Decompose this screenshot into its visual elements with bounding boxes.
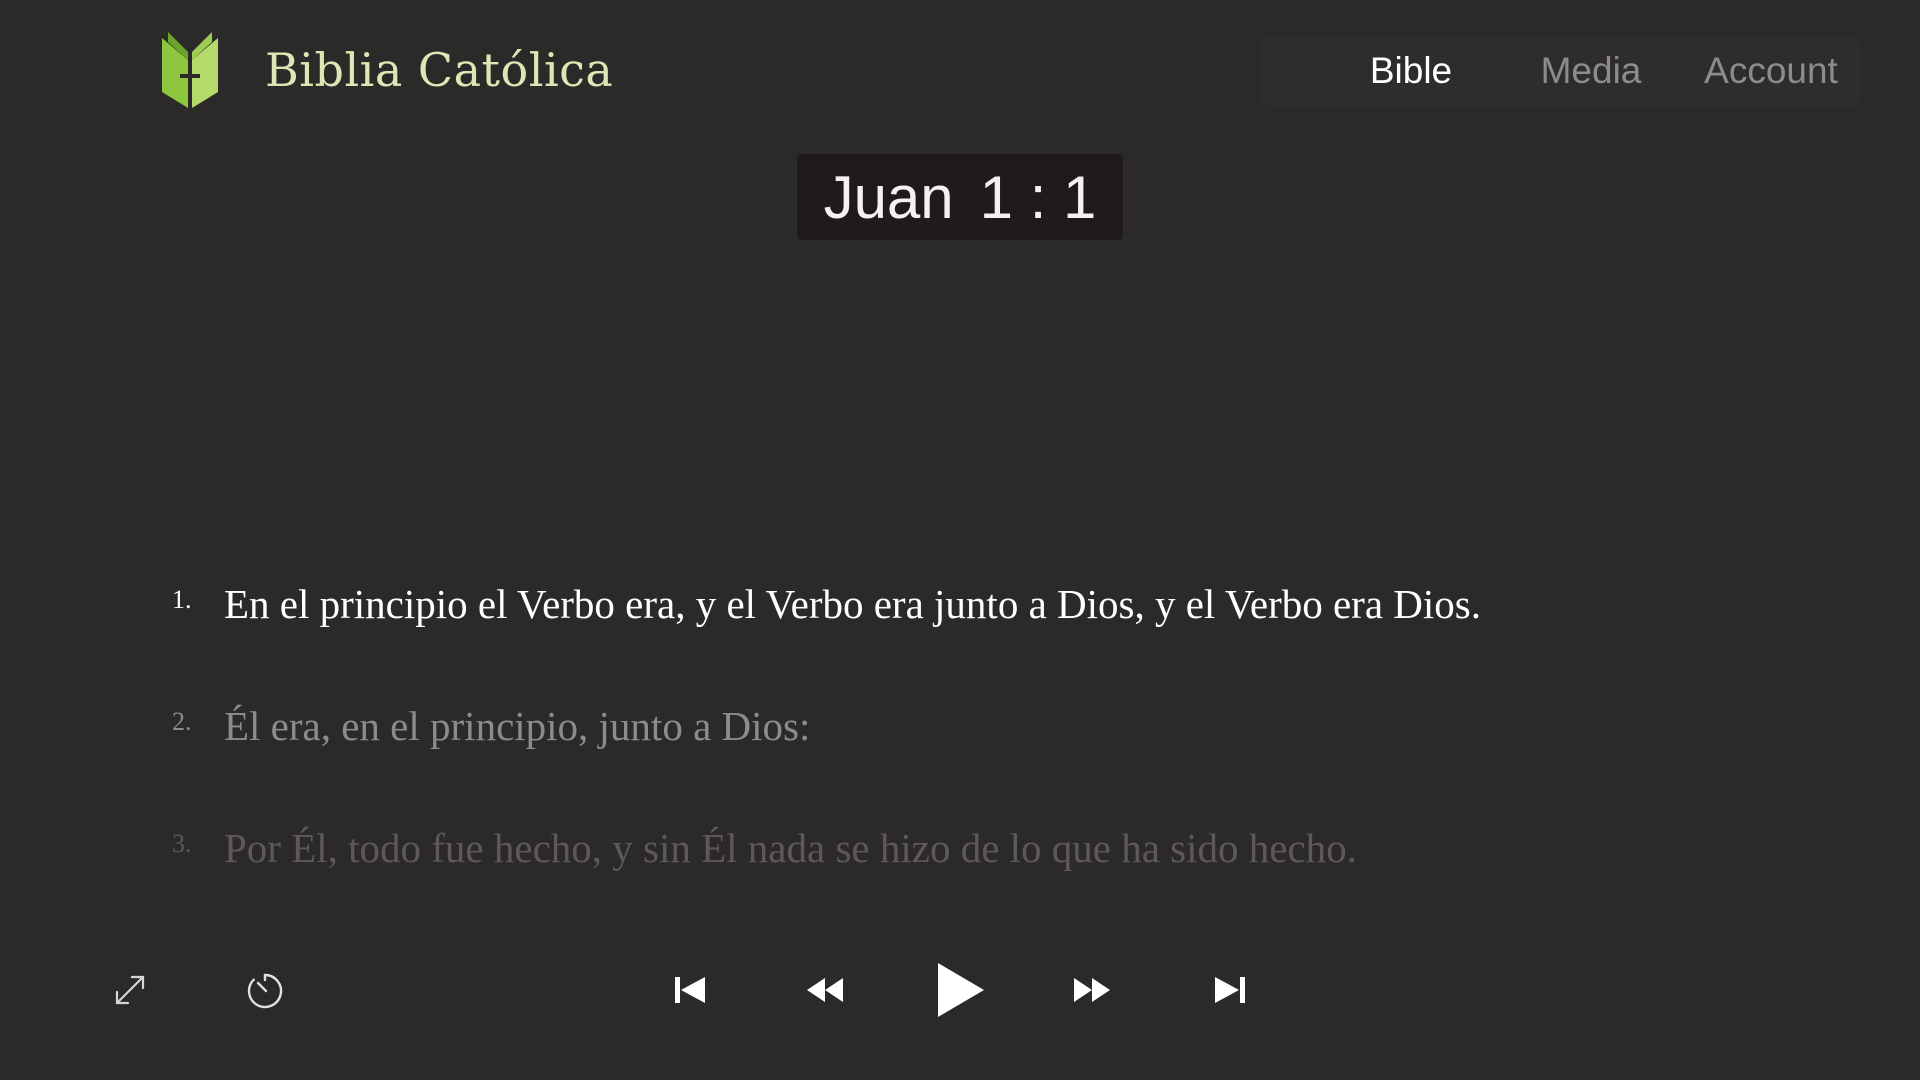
bible-logo-icon <box>162 32 218 108</box>
fast-forward-icon <box>1074 978 1110 1002</box>
verse-list: 1. En el principio el Verbo era, y el Ve… <box>172 580 1812 946</box>
tab-bible[interactable]: Bible <box>1321 50 1501 92</box>
verse-reference[interactable]: Juan 1 : 1 <box>797 154 1123 240</box>
brand-name: Biblia Católica <box>265 43 614 97</box>
tab-account[interactable]: Account <box>1681 50 1861 92</box>
expand-icon <box>115 975 145 1005</box>
bible-player-screen: Biblia Católica Bible Media Account Juan… <box>0 0 1920 1080</box>
verse-number: 3. <box>172 829 192 858</box>
verse-item[interactable]: 3. Por Él, todo fue hecho, y sin Él nada… <box>172 824 1812 946</box>
verse-item-current[interactable]: 1. En el principio el Verbo era, y el Ve… <box>172 580 1812 702</box>
top-nav: Bible Media Account <box>1261 36 1861 106</box>
skip-to-start-icon <box>675 977 705 1003</box>
play-icon <box>938 963 984 1017</box>
verse-text: Él era, en el principio, junto a Dios: <box>224 703 811 749</box>
brand[interactable]: Biblia Católica <box>160 30 613 110</box>
verse-text: En el principio el Verbo era, y el Verbo… <box>224 581 1481 627</box>
sleep-timer-icon <box>247 973 283 1009</box>
sleep-timer-button[interactable] <box>243 968 287 1012</box>
skip-to-end-button[interactable] <box>1210 970 1250 1010</box>
skip-to-start-button[interactable] <box>670 970 710 1010</box>
reference-book: Juan <box>823 163 954 231</box>
verse-item[interactable]: 2. Él era, en el principio, junto a Dios… <box>172 702 1812 824</box>
reference-chapter-verse: 1 : 1 <box>979 163 1097 231</box>
play-button[interactable] <box>930 960 990 1020</box>
skip-to-end-icon <box>1215 977 1245 1003</box>
fullscreen-button[interactable] <box>110 970 150 1010</box>
verse-text: Por Él, todo fue hecho, y sin Él nada se… <box>224 825 1357 871</box>
verse-number: 2. <box>172 707 192 736</box>
verse-number: 1. <box>172 585 192 614</box>
rewind-button[interactable] <box>803 970 847 1010</box>
tab-media[interactable]: Media <box>1501 50 1681 92</box>
rewind-icon <box>807 978 843 1002</box>
fast-forward-button[interactable] <box>1070 970 1114 1010</box>
